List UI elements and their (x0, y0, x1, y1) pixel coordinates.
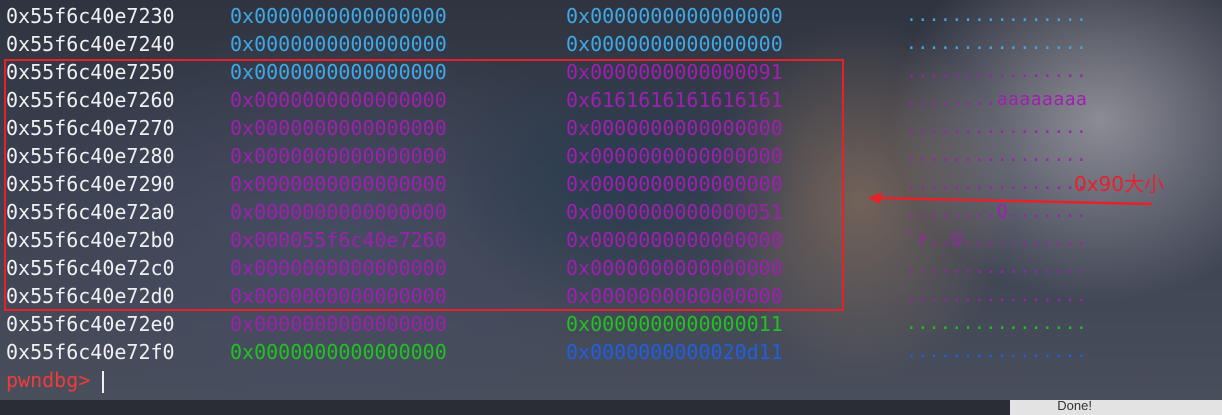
arrow-head (868, 192, 882, 204)
status-area (1010, 400, 1222, 415)
memory-address: 0x55f6c40e7230 (6, 4, 175, 28)
memory-value-2: 0x0000000000000011 (566, 312, 783, 336)
memory-value-2: 0x0000000000000000 (566, 4, 783, 28)
arrow-line (877, 196, 1153, 206)
memory-ascii: `r..U........... (906, 229, 1088, 250)
memory-ascii: ................ (906, 117, 1088, 138)
memory-ascii: ................ (906, 145, 1088, 166)
command-line[interactable]: pwndbg> (6, 366, 105, 394)
text-cursor (102, 370, 105, 393)
memory-ascii: ................ (906, 285, 1088, 306)
memory-ascii: ................ (906, 5, 1088, 26)
highlight-box (4, 59, 844, 311)
memory-value-1: 0x0000000000000000 (230, 340, 447, 364)
memory-ascii: ................ (906, 257, 1088, 278)
memory-value-2: 0x0000000000000000 (566, 32, 783, 56)
memory-value-1: 0x0000000000000000 (230, 312, 447, 336)
memory-value-2: 0x0000000000020d11 (566, 340, 783, 364)
memory-ascii: ................ (906, 61, 1088, 82)
memory-ascii: ................ (906, 313, 1088, 334)
status-text: Done! (1057, 398, 1092, 413)
memory-address: 0x55f6c40e72f0 (6, 340, 175, 364)
memory-address: 0x55f6c40e72e0 (6, 312, 175, 336)
memory-ascii: ................ (906, 341, 1088, 362)
terminal-window: 0x55f6c40e7230 0x0000000000000000 0x000000… (0, 0, 1222, 415)
memory-ascii: ................ (906, 33, 1088, 54)
memory-value-1: 0x0000000000000000 (230, 4, 447, 28)
memory-ascii: ........aaaaaaaa (906, 89, 1088, 110)
prompt: pwndbg> (6, 368, 91, 392)
annotation-label: 0x90大小 (1074, 172, 1165, 196)
memory-address: 0x55f6c40e7240 (6, 32, 175, 56)
memory-value-1: 0x0000000000000000 (230, 32, 447, 56)
